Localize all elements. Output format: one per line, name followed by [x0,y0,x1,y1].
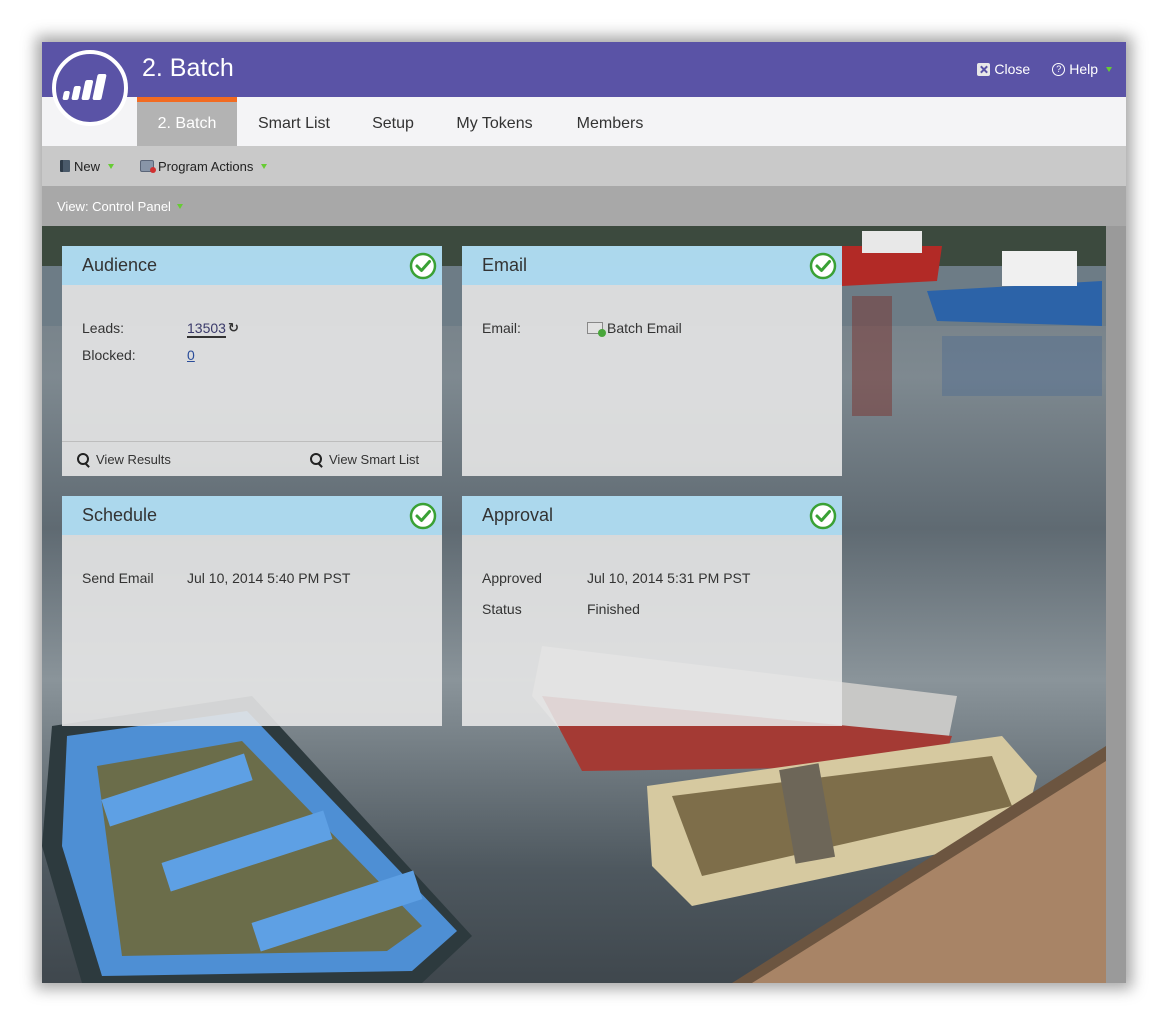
tab-smart-list[interactable]: Smart List [242,97,346,146]
program-window: 2. Batch Close ? Help 2. Batch Smart Lis… [42,42,1126,983]
blocked-row: Blocked: 0 [82,347,195,363]
control-panel-canvas: Audience Leads: 13503 ↻ Blocked: 0 View … [42,226,1106,983]
status-label: Status [482,601,522,617]
program-actions-button[interactable]: Program Actions [140,158,268,174]
send-email-row: Send Email Jul 10, 2014 5:40 PM PST [82,570,350,586]
approved-value: Jul 10, 2014 5:31 PM PST [587,570,751,586]
view-smart-list-label: View Smart List [329,452,420,467]
view-selector[interactable]: View: Control Panel [57,199,183,214]
audience-title: Audience [82,255,158,275]
search-icon [310,452,324,467]
check-icon [809,252,837,280]
tab-setup[interactable]: Setup [357,97,429,146]
title-bar: 2. Batch Close ? Help [42,42,1126,97]
email-card: Email Email: Batch Email [462,246,842,476]
check-icon [409,502,437,530]
audience-card: Audience Leads: 13503 ↻ Blocked: 0 View … [62,246,442,476]
tab-my-tokens[interactable]: My Tokens [442,97,547,146]
email-card-header: Email [462,246,842,285]
email-row: Email: Batch Email [482,320,682,337]
status-row: Status Finished [482,601,640,617]
view-label: View: Control Panel [57,198,171,214]
approved-label: Approved [482,570,542,586]
view-bar: View: Control Panel [42,186,1126,226]
approved-row: Approved Jul 10, 2014 5:31 PM PST [482,570,750,586]
help-button[interactable]: ? Help [1052,61,1112,77]
leads-row: Leads: 13503 ↻ [82,320,239,338]
send-email-label: Send Email [82,570,154,586]
email-icon [587,322,606,337]
blocked-label: Blocked: [82,347,136,363]
batch-email-label: Batch Email [607,320,682,336]
schedule-card: Schedule Send Email Jul 10, 2014 5:40 PM… [62,496,442,726]
audience-card-header: Audience [62,246,442,285]
approval-card: Approval Approved Jul 10, 2014 5:31 PM P… [462,496,842,726]
batch-email-link[interactable]: Batch Email [587,320,682,337]
email-label: Email: [482,320,521,336]
schedule-card-header: Schedule [62,496,442,535]
close-label: Close [994,61,1031,77]
new-menu-button[interactable]: New [60,158,115,174]
chevron-down-icon [176,203,183,209]
help-label: Help [1069,61,1098,77]
view-results-label: View Results [96,452,171,467]
audience-card-footer: View Results View Smart List [62,441,442,476]
leads-count-link[interactable]: 13503 [187,320,226,338]
email-title: Email [482,255,528,275]
marketo-logo [52,50,128,126]
view-results-button[interactable]: View Results [77,452,171,467]
close-icon [977,62,991,76]
view-smart-list-button[interactable]: View Smart List [310,452,419,467]
new-document-icon [60,160,70,172]
title-actions: Close ? Help [977,61,1112,77]
chevron-down-icon [1106,66,1112,72]
refresh-icon[interactable]: ↻ [228,320,239,338]
chevron-down-icon [108,163,115,169]
new-label: New [74,158,101,174]
scrollbar-gutter [1106,226,1126,983]
help-icon: ? [1052,62,1066,76]
chevron-down-icon [261,163,268,169]
blocked-count-link[interactable]: 0 [187,347,195,363]
search-icon [77,452,91,467]
schedule-title: Schedule [82,505,158,525]
program-actions-label: Program Actions [158,158,254,174]
approval-title: Approval [482,505,554,525]
approval-card-header: Approval [462,496,842,535]
check-icon [409,252,437,280]
close-button[interactable]: Close [977,61,1030,77]
status-value: Finished [587,601,640,617]
leads-label: Leads: [82,320,125,336]
window-title: 2. Batch [142,54,234,82]
program-actions-icon [140,160,157,173]
send-email-value: Jul 10, 2014 5:40 PM PST [187,570,351,586]
toolbar: New Program Actions [42,146,1126,186]
check-icon [809,502,837,530]
tab-bar: 2. Batch Smart List Setup My Tokens Memb… [42,97,1126,146]
tab-batch[interactable]: 2. Batch [137,97,237,146]
tab-members[interactable]: Members [562,97,658,146]
